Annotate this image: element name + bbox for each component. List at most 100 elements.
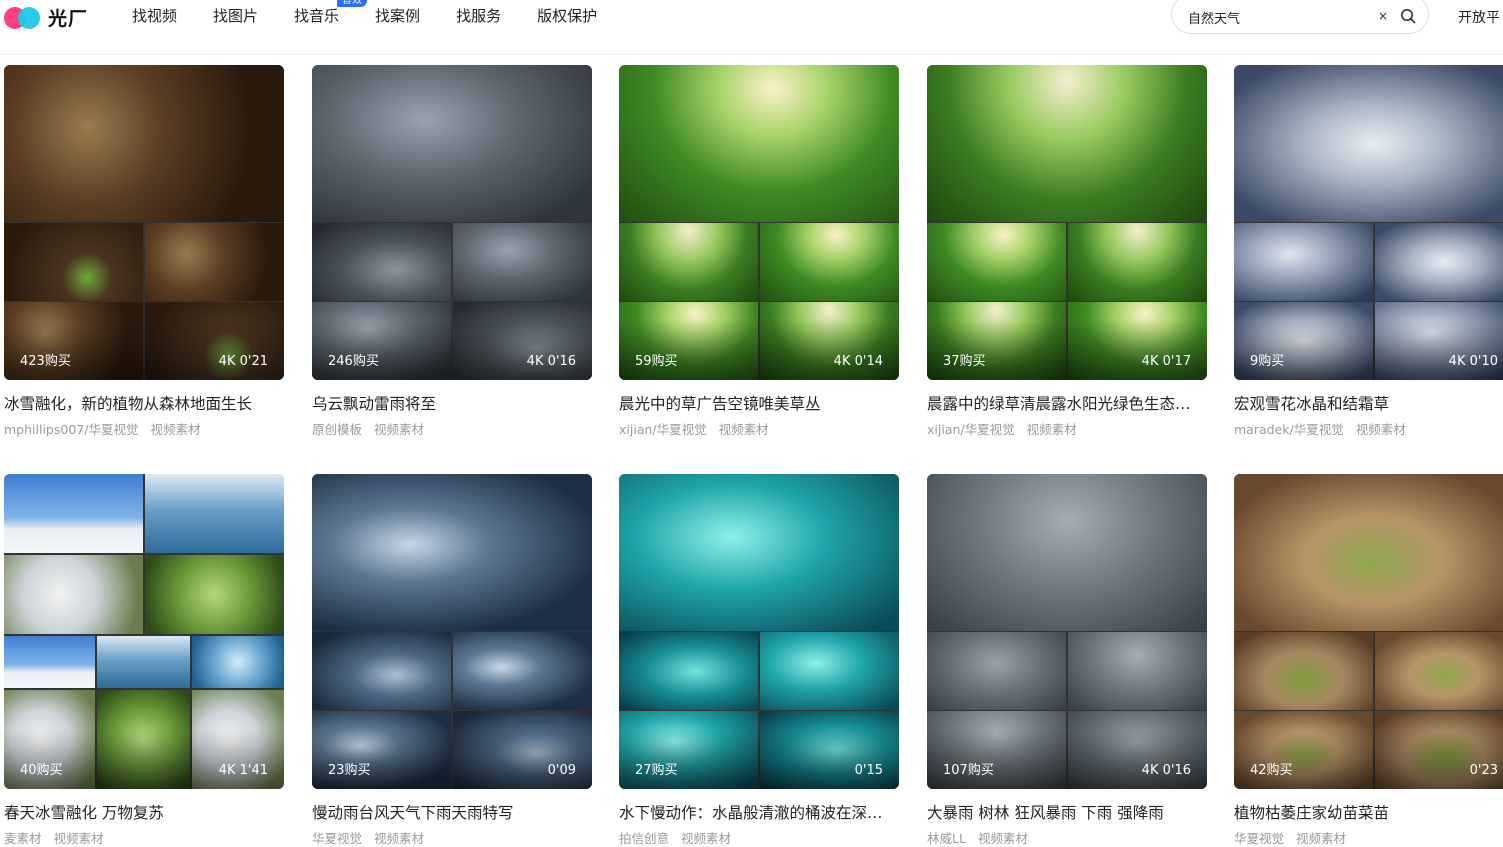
thumbnail-tile [927,223,1066,301]
video-thumbnail[interactable]: 423购买 4K 0'21 [4,65,284,380]
logo-mark-icon [4,5,44,29]
video-subinfo: 华夏视觉 视频素材 [312,831,592,847]
video-title[interactable]: 宏观雪花冰晶和结霜草 [1234,394,1503,414]
nav-find-image[interactable]: 找图片 [213,6,258,26]
video-author[interactable]: xijian/华夏视觉 [619,422,707,437]
video-author[interactable]: 麦素材 [4,831,42,846]
clear-icon[interactable]: × [1376,9,1390,23]
nav-find-case[interactable]: 找案例 [375,6,420,26]
video-title[interactable]: 水下慢动作：水晶般清澈的桶波在深… [619,803,899,823]
purchase-count: 107购买 [943,763,994,778]
video-title[interactable]: 春天冰雪融化 万物复苏 [4,803,284,823]
video-title[interactable]: 慢动雨台风天气下雨天雨特写 [312,803,592,823]
video-card[interactable]: 107购买 4K 0'16 大暴雨 树林 狂风暴雨 下雨 强降雨林威LL 视频素材 [927,474,1207,847]
purchase-count: 40购买 [20,763,63,778]
video-category[interactable]: 视频素材 [681,831,731,846]
video-title[interactable]: 大暴雨 树林 狂风暴雨 下雨 强降雨 [927,803,1207,823]
purchase-count: 423购买 [20,354,71,369]
thumbnail-tile [927,65,1207,222]
resolution-duration: 0'15 [854,763,883,778]
video-card[interactable]: 37购买 4K 0'17 晨露中的绿草清晨露水阳光绿色生态… xijian/华夏视觉视… [927,65,1207,438]
video-author[interactable]: 华夏视觉 [312,831,362,846]
nav-find-service[interactable]: 找服务 [456,6,501,26]
nav-find-music[interactable]: 找音乐 音效 [294,0,368,26]
purchase-count: 27购买 [635,763,678,778]
video-card[interactable]: 42购买 0'23 植物枯萎庄家幼苗菜苗华夏视觉 视频素材 [1234,474,1503,847]
video-subinfo: 拍信创意 视频素材 [619,831,899,847]
video-title[interactable]: 晨露中的绿草清晨露水阳光绿色生态… [927,394,1207,414]
video-card[interactable]: 23购买 0'09 慢动雨台风天气下雨天雨特写华夏视觉 视频素材 [312,474,592,847]
search-input[interactable] [1188,7,1368,27]
video-category[interactable]: 视频素材 [1296,831,1346,846]
search-box: × [1171,0,1429,34]
video-author[interactable]: maradek/华夏视觉 [1234,422,1344,437]
video-subinfo: 华夏视觉 视频素材 [1234,831,1503,847]
nav-find-music-label: 找音乐 [294,7,340,25]
video-thumbnail[interactable]: 23购买 0'09 [312,474,592,789]
video-subinfo: xijian/华夏视觉 视频素材 [619,422,899,438]
video-category[interactable]: 视频素材 [374,831,424,846]
search-icon[interactable] [1400,8,1416,24]
video-thumbnail[interactable]: 42购买 0'23 [1234,474,1503,789]
video-thumbnail[interactable]: 40购买 4K 1'41 [4,474,284,789]
purchase-count: 37购买 [943,354,986,369]
purchase-count: 246购买 [328,354,379,369]
video-category[interactable]: 视频素材 [1027,422,1077,437]
video-title[interactable]: 晨光中的草广告空镜唯美草丛 [619,394,899,414]
nav-copyright[interactable]: 版权保护 [537,6,597,26]
resolution-duration: 4K 0'16 [526,354,576,369]
thumbnail-tile [1068,223,1207,301]
purchase-count: 9购买 [1250,354,1285,369]
video-category[interactable]: 视频素材 [978,831,1028,846]
thumbnail-tile [1234,474,1503,631]
thumbnail-tile [4,636,95,688]
video-category[interactable]: 视频素材 [719,422,769,437]
video-title[interactable]: 冰雪融化，新的植物从森林地面生长 [4,394,284,414]
video-thumbnail[interactable]: 246购买 4K 0'16 [312,65,592,380]
video-author[interactable]: 原创模板 [312,422,362,437]
thumbnail-tile [145,223,284,301]
purchase-count: 23购买 [328,763,371,778]
resolution-duration: 4K 0'16 [1141,763,1191,778]
video-title[interactable]: 乌云飘动雷雨将至 [312,394,592,414]
video-card[interactable]: 246购买 4K 0'16 乌云飘动雷雨将至原创模板 视频素材 [312,65,592,438]
video-title[interactable]: 植物枯萎庄家幼苗菜苗 [1234,803,1503,823]
video-card[interactable]: 59购买 4K 0'14 晨光中的草广告空镜唯美草丛 xijian/华夏视觉 视频素材 [619,65,899,438]
video-category[interactable]: 视频素材 [150,422,200,437]
thumbnail-tile [619,65,899,222]
video-author[interactable]: 拍信创意 [619,831,669,846]
video-card[interactable]: 9购买 4K 0'10 宏观雪花冰晶和结霜草 maradek/华夏视觉 视频素材 [1234,65,1503,438]
video-thumbnail[interactable]: 9购买 4K 0'10 [1234,65,1503,380]
resolution-duration: 4K 0'10 [1448,354,1498,369]
video-thumbnail[interactable]: 107购买 4K 0'16 [927,474,1207,789]
video-subinfo: 林威LL 视频素材 [927,831,1207,847]
thumbnail-tile [4,223,143,301]
resolution-duration: 4K 0'21 [218,354,268,369]
resolution-duration: 4K 1'41 [218,763,268,778]
video-author[interactable]: mphillips007/华夏视觉 [4,422,138,437]
video-author[interactable]: 华夏视觉 [1234,831,1284,846]
thumbnail-tile [312,65,592,222]
video-thumbnail[interactable]: 27购买 0'15 [619,474,899,789]
video-category[interactable]: 视频素材 [54,831,104,846]
thumbnail-tile [1068,632,1207,710]
video-author[interactable]: xijian/华夏视觉 [927,422,1015,437]
video-card[interactable]: 423购买 4K 0'21 冰雪融化，新的植物从森林地面生长 mphillips007… [4,65,284,438]
video-thumbnail[interactable]: 59购买 4K 0'14 [619,65,899,380]
video-subinfo: 麦素材 视频素材 [4,831,284,847]
video-card[interactable]: 40购买 4K 1'41 春天冰雪融化 万物复苏麦素材 视频素材 [4,474,284,847]
open-platform-link[interactable]: 开放平 [1458,7,1500,27]
video-subinfo: 原创模板 视频素材 [312,422,592,438]
nav-find-video[interactable]: 找视频 [132,6,177,26]
thumbnail-tile [619,474,899,631]
video-category[interactable]: 视频素材 [374,422,424,437]
video-author[interactable]: 林威LL [927,831,966,846]
video-card[interactable]: 27购买 0'15 水下慢动作：水晶般清澈的桶波在深… 拍信创意 视频素材 [619,474,899,847]
thumbnail-tile [312,223,451,301]
video-category[interactable]: 视频素材 [1356,422,1406,437]
video-thumbnail[interactable]: 37购买 4K 0'17 [927,65,1207,380]
thumbnail-tile [1234,65,1503,222]
logo-text: 光厂 [48,7,89,30]
site-logo[interactable]: 光厂 [4,4,88,30]
thumbnail-tile [192,636,284,688]
